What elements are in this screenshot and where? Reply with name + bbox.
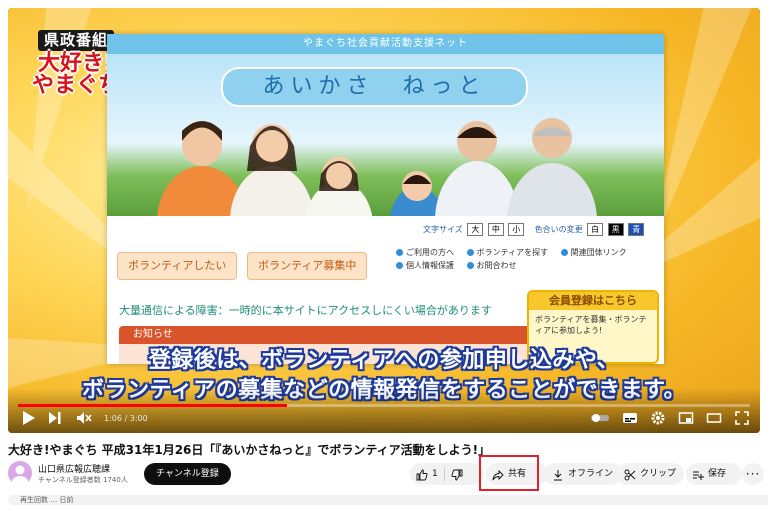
miniplayer-icon bbox=[678, 412, 694, 424]
site-accessibility-tools: 文字サイズ 大 中 小 色合いの変更 白 黒 青 bbox=[423, 223, 645, 236]
gear-icon bbox=[651, 411, 665, 425]
theater-mode-icon bbox=[706, 413, 722, 423]
download-icon bbox=[552, 468, 564, 481]
link-find: ボランティアを探す bbox=[476, 248, 549, 257]
subtitles-icon bbox=[623, 413, 637, 423]
color-black: 黒 bbox=[607, 223, 624, 236]
website-screenshot: やまぐち社会貢献活動支援ネット あいかさ ねっと 文字サイズ 大 中 小 色合い… bbox=[107, 34, 664, 364]
site-notice: 大量通信による障害：一時的に本サイトにアクセスしにくい場合があります bbox=[119, 304, 492, 317]
color-blue: 青 bbox=[628, 223, 645, 236]
offline-button[interactable]: オフライン bbox=[544, 463, 622, 485]
progress-bar[interactable] bbox=[18, 404, 750, 407]
video-player[interactable]: 県政番組 大好き! やまぐち やまぐち社会貢献活動支援ネット あいかさ ねっと bbox=[8, 8, 760, 433]
playlist-add-icon bbox=[692, 468, 704, 480]
subscriber-count: チャンネル登録者数 1740人 bbox=[38, 476, 128, 484]
text-size-medium: 中 bbox=[487, 223, 504, 236]
show-logo-line1: 県政番組 bbox=[37, 30, 114, 51]
bullet-icon bbox=[466, 262, 474, 269]
fullscreen-icon bbox=[735, 411, 749, 425]
clip-button[interactable]: クリップ bbox=[616, 463, 684, 485]
autoplay-toggle[interactable] bbox=[590, 410, 610, 428]
text-size-label: 文字サイズ bbox=[423, 225, 463, 234]
progress-fill bbox=[18, 404, 287, 407]
save-label: 保存 bbox=[708, 469, 727, 479]
time-display: 1:06 / 3:00 bbox=[104, 414, 148, 423]
color-change-label: 色合いの変更 bbox=[534, 225, 583, 234]
site-top-bar: やまぐち社会貢献活動支援ネット bbox=[107, 34, 664, 54]
avatar-person-icon bbox=[12, 465, 28, 485]
thumbs-down-icon bbox=[451, 469, 463, 481]
link-related: 関連団体リンク bbox=[570, 248, 627, 257]
member-body: ボランティアを募集・ボランティアに参加しよう! bbox=[535, 315, 647, 335]
family-photo bbox=[157, 118, 597, 216]
offline-label: オフライン bbox=[568, 469, 614, 479]
like-count: 1 bbox=[432, 469, 438, 479]
channel-avatar[interactable] bbox=[8, 461, 32, 485]
text-size-small: 小 bbox=[508, 223, 525, 236]
link-guide: ご利用の方へ bbox=[406, 248, 454, 257]
miniplayer-button[interactable] bbox=[678, 410, 694, 428]
share-highlight-box bbox=[479, 455, 539, 491]
scissors-icon bbox=[624, 468, 636, 481]
text-size-large: 大 bbox=[467, 223, 484, 236]
subscribe-button[interactable]: チャンネル登録 bbox=[144, 463, 231, 485]
bullet-icon bbox=[560, 249, 568, 256]
more-horizontal-icon: ··· bbox=[745, 467, 761, 481]
theater-button[interactable] bbox=[706, 410, 722, 428]
clip-label: クリップ bbox=[640, 469, 677, 479]
volume-muted-icon bbox=[77, 412, 92, 424]
fullscreen-button[interactable] bbox=[734, 410, 750, 428]
member-title: 会員登録はこちら bbox=[529, 292, 657, 310]
bullet-icon bbox=[396, 262, 403, 269]
like-button[interactable] bbox=[416, 468, 428, 481]
subtitles-button[interactable] bbox=[622, 410, 638, 428]
play-button[interactable] bbox=[22, 410, 36, 428]
tab-volunteer: ボランティアしたい bbox=[117, 252, 238, 280]
mute-button[interactable] bbox=[76, 410, 92, 428]
autoplay-toggle-icon bbox=[591, 414, 609, 422]
play-icon bbox=[23, 411, 35, 425]
tab-recruit: ボランティア募集中 bbox=[247, 252, 368, 280]
thumbs-up-icon bbox=[416, 469, 428, 481]
link-contact: お問合わせ bbox=[476, 261, 517, 270]
description-box[interactable]: 再生回数 … 日前 bbox=[8, 495, 768, 505]
like-divider bbox=[443, 467, 445, 481]
next-button[interactable] bbox=[48, 410, 62, 428]
channel-name[interactable]: 山口県広報広聴課 bbox=[38, 462, 110, 475]
video-title: 大好き!やまぐち 平成31年1月26日「『あいかさねっと』でボランティア活動をし… bbox=[8, 443, 491, 457]
site-links: ご利用の方へ ボランティアを探す 関連団体リンク 個人情報保護 お問合わせ bbox=[396, 246, 637, 272]
caption-line-1: 登録後は、ボランティアへの参加申し込みや、 bbox=[148, 348, 620, 373]
link-privacy: 個人情報保護 bbox=[406, 261, 454, 270]
dislike-button[interactable] bbox=[451, 468, 463, 481]
save-button[interactable]: 保存 bbox=[686, 463, 742, 485]
like-dislike-group: 1 bbox=[410, 463, 484, 485]
skip-next-icon bbox=[49, 412, 61, 424]
bullet-icon bbox=[466, 249, 474, 256]
bullet-icon bbox=[396, 249, 403, 256]
settings-button[interactable] bbox=[650, 410, 666, 428]
more-actions-button[interactable]: ··· bbox=[742, 463, 764, 485]
color-white: 白 bbox=[587, 223, 604, 236]
